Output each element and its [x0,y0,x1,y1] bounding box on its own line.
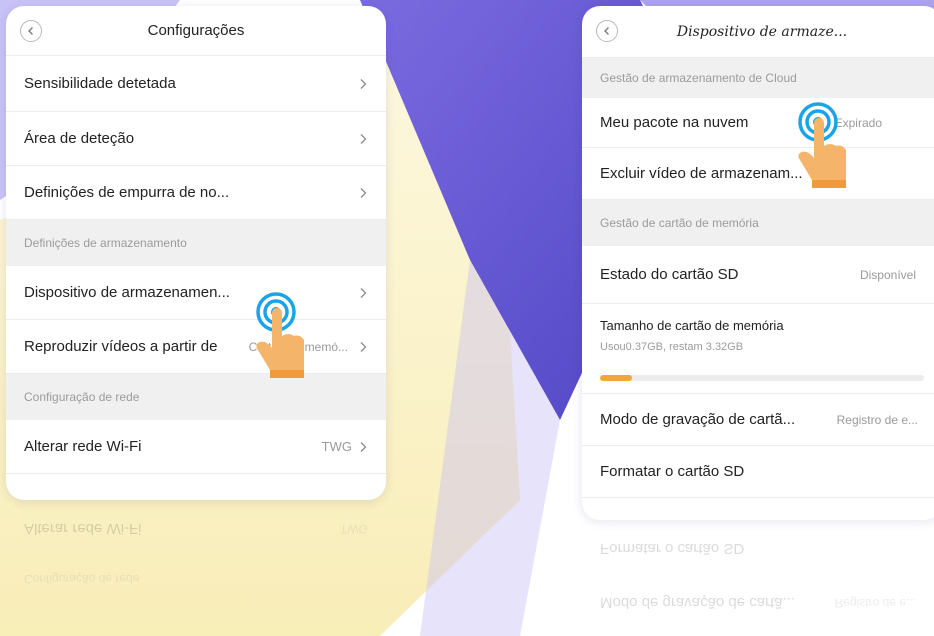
row-label: Meu pacote na nuvem [600,114,749,131]
row-label: Sensibilidade detetada [24,75,176,92]
storage-progress-bar [600,375,924,381]
top-bar: Dispositivo de armaze... [582,6,934,58]
reflection-label: Alterar rede Wi-Fi [24,520,142,538]
right-screen-reflection: Modo de gravação de cartã... Registro de… [582,522,934,632]
settings-row-playback-source[interactable]: Reproduzir vídeos a partir de Cartão de … [6,320,386,374]
chevron-right-icon [360,341,367,352]
settings-row-recording-mode[interactable]: Modo de gravação de cartã... Registro de… [582,394,934,446]
row-value: Expirado [834,115,882,130]
reflection-row: Formatar o cartão SD [582,522,934,576]
settings-row-storage-device[interactable]: Dispositivo de armazenamen... [6,266,386,320]
reflection-value: Registro de e... [834,596,916,610]
section-header-memory-card: Gestão de cartão de memória [582,200,934,246]
chevron-right-icon [360,287,367,298]
row-value: Disponível [859,267,916,282]
storage-usage-text: Usou0.37GB, restam 3.32GB [600,341,744,353]
reflection-value: TWG [340,522,368,536]
reflection-label: Formatar o cartão SD [600,540,745,558]
section-header-network: Configuração de rede [6,374,386,420]
reflection-section: Configuração de rede [24,572,140,586]
row-label: Estado do cartão SD [600,266,739,283]
row-value: Registro de e... [836,412,918,427]
chevron-left-icon [604,27,609,35]
settings-screen: Configurações Sensibilidade detetada Áre… [6,6,386,500]
chevron-left-icon [28,27,33,35]
settings-row-cloud-package[interactable]: Meu pacote na nuvem Expirado [582,98,934,148]
settings-row-sd-state[interactable]: Estado do cartão SD Disponível [582,246,934,304]
row-label: Definições de empurra de no... [24,184,230,201]
reflection-label: Modo de gravação de cartã... [600,594,796,612]
chevron-right-icon [360,133,367,144]
settings-row-push-notifications[interactable]: Definições de empurra de no... [6,166,386,220]
storage-progress-fill [600,375,633,381]
storage-device-screen: Dispositivo de armaze... Gestão de armaz… [582,6,934,520]
memory-card-size-block: Tamanho de cartão de memória Usou0.37GB,… [582,304,934,394]
section-header-cloud: Gestão de armazenamento de Cloud [582,58,934,98]
row-label: Formatar o cartão SD [600,463,745,480]
settings-row-detection-area[interactable]: Área de deteção [6,112,386,166]
row-label: Excluir vídeo de armazenam... [600,165,803,182]
settings-row-format-sd[interactable]: Formatar o cartão SD [582,446,934,498]
section-header-storage: Definições de armazenamento [6,220,386,266]
page-title: Configurações [147,22,245,39]
row-label: Área de deteção [24,130,135,147]
reflection-row: Modo de gravação de cartã... Registro de… [582,576,934,630]
chevron-right-icon [360,78,367,89]
back-button[interactable] [20,20,42,42]
row-label: Alterar rede Wi-Fi [24,438,142,455]
row-label: Dispositivo de armazenamen... [24,284,230,301]
settings-row-change-wifi[interactable]: Alterar rede Wi-Fi TWG [6,420,386,474]
row-value: TWG [321,439,352,454]
left-screen-reflection: Configuração de rede Alterar rede Wi-Fi … [6,502,386,612]
reflection-row: Alterar rede Wi-Fi TWG [6,502,386,556]
row-label: Modo de gravação de cartã... [600,411,796,428]
page-title: Dispositivo de armaze... [676,23,848,40]
row-label: Reproduzir vídeos a partir de [24,338,218,355]
top-bar: Configurações [6,6,386,66]
storage-title: Tamanho de cartão de memória [600,318,784,333]
chevron-right-icon [360,187,367,198]
back-button[interactable] [596,20,618,42]
settings-row-delete-cloud-video[interactable]: Excluir vídeo de armazenam... [582,148,934,200]
row-value: Cartão de memó... [248,339,348,354]
settings-row-sensitivity[interactable]: Sensibilidade detetada [6,56,386,112]
chevron-right-icon [360,441,367,452]
